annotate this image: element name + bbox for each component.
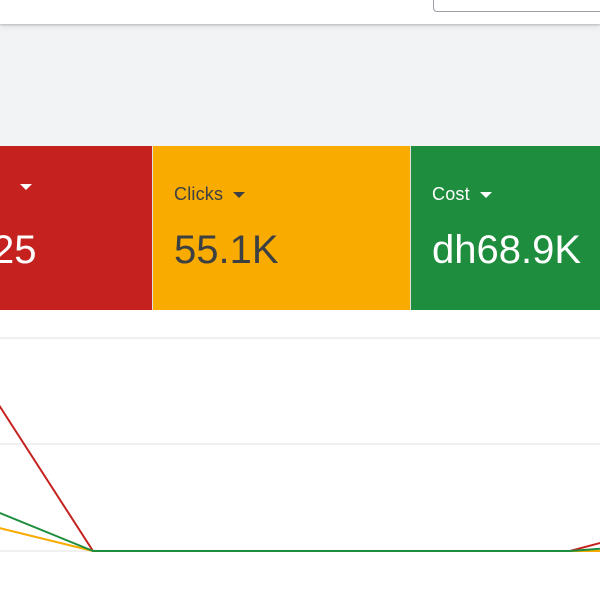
dashboard-page: 25 Clicks 55.1K Cost dh68.9K xyxy=(0,0,600,600)
scorecard-label[interactable]: Clicks xyxy=(174,184,246,205)
scorecard-value: 55.1K xyxy=(174,228,279,272)
scorecard-label-text: Cost xyxy=(432,184,470,204)
top-bar xyxy=(0,0,600,24)
scorecard-value: 25 xyxy=(0,228,37,272)
top-input-field[interactable] xyxy=(433,0,600,12)
scorecard-row: 25 Clicks 55.1K Cost dh68.9K xyxy=(0,146,600,310)
header-band xyxy=(0,24,600,146)
scorecard-clicks[interactable]: Clicks 55.1K xyxy=(152,146,410,310)
scorecard-cost[interactable]: Cost dh68.9K xyxy=(410,146,600,310)
scorecard-value: dh68.9K xyxy=(432,228,582,272)
chart-svg xyxy=(0,337,600,552)
scorecard-label[interactable] xyxy=(10,184,32,190)
dropdown-caret-icon[interactable] xyxy=(20,184,32,190)
chart-series-line-1 xyxy=(0,404,600,552)
dropdown-caret-icon[interactable] xyxy=(233,191,246,198)
line-chart xyxy=(0,310,600,600)
scorecard-label[interactable]: Cost xyxy=(432,184,492,205)
scorecard-label-text: Clicks xyxy=(174,184,224,204)
chart-series-line-3 xyxy=(0,511,600,552)
dropdown-caret-icon[interactable] xyxy=(479,191,492,198)
scorecard-metric-1[interactable]: 25 xyxy=(0,146,152,310)
